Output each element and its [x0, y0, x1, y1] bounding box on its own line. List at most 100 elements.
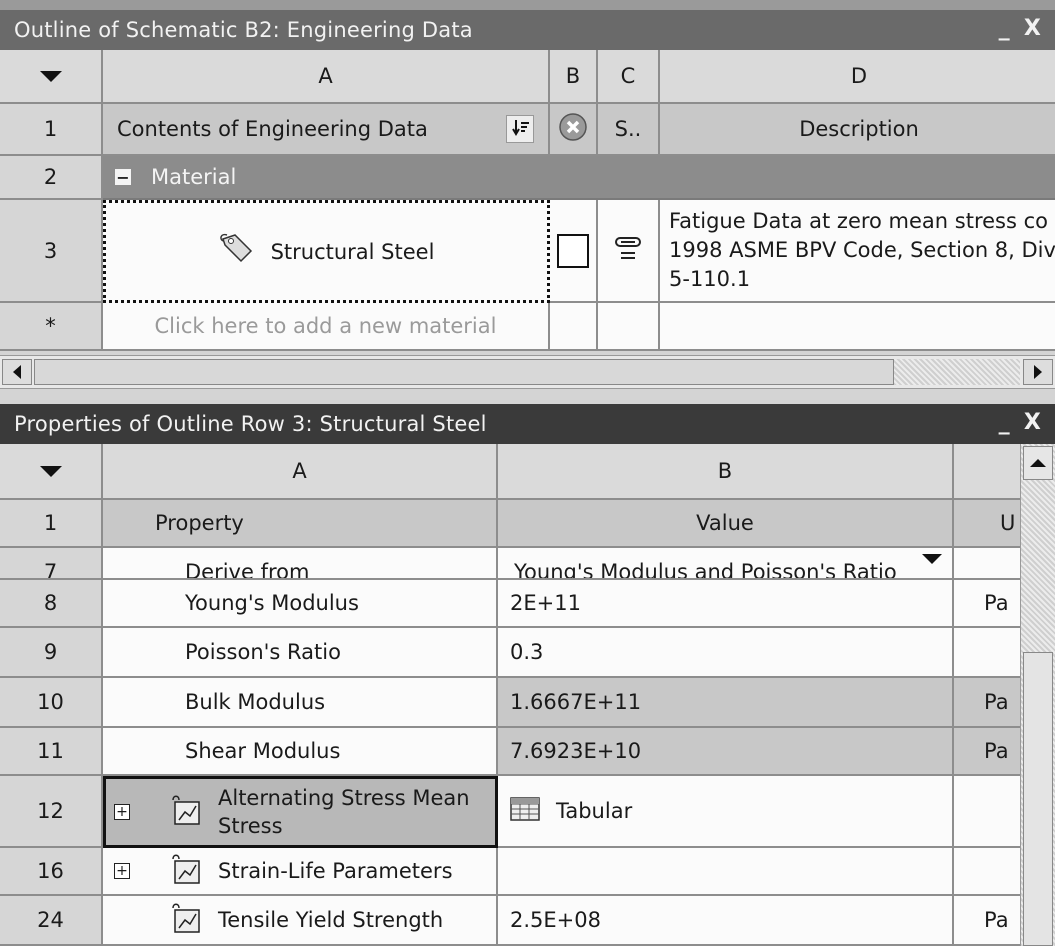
vertical-scroll-thumb[interactable] [1023, 652, 1053, 946]
tabular-label: Tabular [556, 799, 633, 823]
properties-title: Properties of Outline Row 3: Structural … [14, 412, 487, 436]
unit-cell: Pa [954, 728, 1024, 776]
horizontal-scrollbar[interactable] [0, 355, 1055, 389]
row-number: 1 [0, 104, 103, 156]
sort-icon[interactable] [506, 115, 534, 143]
unit-column-header: U [954, 500, 1024, 548]
computed-value: 1.6667E+11 [498, 678, 954, 728]
value-input[interactable]: 2E+11 [498, 580, 954, 628]
close-button[interactable]: X [1024, 16, 1041, 41]
expand-toggle[interactable]: + [114, 804, 130, 820]
chart-icon [170, 902, 202, 939]
dropdown-arrow-icon [39, 70, 62, 82]
right-arrow-icon [1034, 365, 1042, 379]
row-number: 24 [0, 896, 103, 946]
properties-panel: Properties of Outline Row 3: Structural … [0, 400, 1055, 946]
property-name-line: Alternating Stress Mean [218, 786, 470, 810]
column-header-c[interactable]: C [598, 50, 660, 104]
unit-cell[interactable]: Pa [954, 580, 1024, 628]
row-number: * [0, 303, 103, 351]
column-header-c[interactable] [954, 444, 1024, 500]
unit-cell: Pa [954, 678, 1024, 728]
horizontal-scroll-thumb[interactable] [34, 359, 894, 385]
minimize-button[interactable]: _ [999, 410, 1010, 435]
row-number: 1 [0, 500, 103, 548]
material-checkbox-cell[interactable] [550, 200, 598, 303]
select-all-dropdown[interactable] [0, 444, 103, 500]
material-category-row[interactable]: − Material [103, 156, 1055, 200]
property-name[interactable]: + Strain-Life Parameters [103, 848, 498, 896]
vertical-scrollbar[interactable] [1020, 444, 1055, 946]
unit-cell [954, 848, 1024, 896]
select-all-dropdown[interactable] [0, 50, 103, 104]
empty-cell [550, 303, 598, 351]
dropdown-arrow-icon[interactable] [922, 554, 942, 564]
row-number: 8 [0, 580, 103, 628]
property-name-label: Strain-Life Parameters [218, 859, 453, 883]
unit-cell[interactable]: Pa [954, 896, 1024, 946]
row-number: 3 [0, 200, 103, 303]
contents-header-label: Contents of Engineering Data [117, 117, 428, 141]
row-number: 2 [0, 156, 103, 200]
description-column-header: Description [660, 104, 1055, 156]
property-column-header: Property [103, 500, 498, 548]
close-button[interactable]: X [1024, 410, 1041, 435]
material-tag-icon [219, 233, 255, 270]
material-category-label: Material [151, 165, 237, 189]
column-header-b[interactable]: B [550, 50, 598, 104]
scroll-right-button[interactable] [1023, 359, 1053, 385]
empty-cell [660, 303, 1055, 351]
description-line: 5-110.1 [669, 267, 751, 291]
description-line: Fatigue Data at zero mean stress co [669, 209, 1049, 233]
left-arrow-icon [13, 365, 21, 379]
source-link-cell[interactable] [598, 200, 660, 303]
material-name-cell[interactable]: Structural Steel [103, 200, 550, 303]
property-name: Bulk Modulus [103, 678, 498, 728]
column-header-a[interactable]: A [103, 50, 550, 104]
value-input[interactable]: 0.3 [498, 628, 954, 678]
scroll-left-button[interactable] [2, 359, 32, 385]
unit-cell [954, 548, 1024, 580]
property-name: Derive from [103, 548, 498, 580]
outline-panel: Outline of Schematic B2: Engineering Dat… [0, 0, 1055, 400]
property-name: Young's Modulus [103, 580, 498, 628]
property-name: Shear Modulus [103, 728, 498, 776]
description-line: 1998 ASME BPV Code, Section 8, Div [669, 238, 1055, 262]
computed-value: 7.6923E+10 [498, 728, 954, 776]
property-name: Poisson's Ratio [103, 628, 498, 678]
table-icon [510, 796, 540, 826]
outline-title: Outline of Schematic B2: Engineering Dat… [14, 18, 473, 42]
empty-cell [598, 303, 660, 351]
tabular-value[interactable]: Tabular [498, 776, 954, 848]
row-number: 16 [0, 848, 103, 896]
minimize-button[interactable]: _ [999, 16, 1010, 41]
value-column-header: Value [498, 500, 954, 548]
column-header-b[interactable]: B [498, 444, 954, 500]
row-number: 12 [0, 776, 103, 848]
add-material-input[interactable]: Click here to add a new material [103, 303, 550, 351]
material-checkbox[interactable] [557, 233, 589, 268]
source-column-header: S.. [598, 104, 660, 156]
dropdown-arrow-icon [39, 465, 62, 477]
collapse-toggle[interactable]: − [115, 168, 131, 187]
scroll-track[interactable] [894, 359, 1020, 385]
column-header-a[interactable]: A [103, 444, 498, 500]
value-input[interactable]: 2.5E+08 [498, 896, 954, 946]
property-name-selected[interactable]: + Alternating Stress Mean Stress [103, 776, 498, 848]
outline-title-bar: Outline of Schematic B2: Engineering Dat… [0, 10, 1055, 50]
chart-icon [170, 853, 202, 890]
material-name: Structural Steel [270, 239, 435, 264]
properties-title-bar: Properties of Outline Row 3: Structural … [0, 404, 1055, 444]
property-name[interactable]: Tensile Yield Strength [103, 896, 498, 946]
row-number: 11 [0, 728, 103, 776]
link-icon[interactable] [613, 233, 643, 268]
scroll-up-button[interactable] [1023, 446, 1053, 480]
panel-top-strip [0, 0, 1055, 10]
material-description: Fatigue Data at zero mean stress co 1998… [660, 200, 1055, 303]
row-number: 10 [0, 678, 103, 728]
value-cell [498, 848, 954, 896]
derive-from-dropdown[interactable]: Young's Modulus and Poisson's Ratio [498, 548, 954, 580]
property-name-line: Stress [218, 814, 283, 838]
expand-toggle[interactable]: + [114, 863, 130, 879]
column-header-d[interactable]: D [660, 50, 1055, 104]
